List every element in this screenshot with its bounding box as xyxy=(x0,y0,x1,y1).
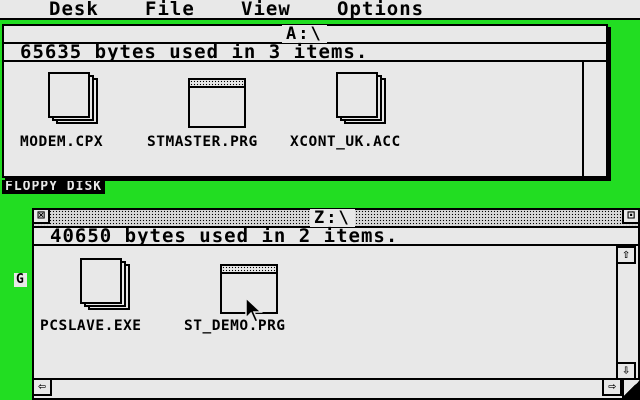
window-a[interactable]: A:\ 65635 bytes used in 3 items. MODEM.C… xyxy=(2,24,608,178)
document-icon xyxy=(48,72,90,118)
partial-drive-label[interactable]: G xyxy=(14,273,27,287)
program-window-icon xyxy=(188,78,246,128)
icon-label-xcont-uk-acc[interactable]: XCONT_UK.ACC xyxy=(290,134,401,150)
window-a-info: 65635 bytes used in 3 items. xyxy=(20,41,369,63)
document-icon xyxy=(80,258,122,304)
menu-desk[interactable]: Desk xyxy=(49,0,99,19)
icon-label-st-demo-prg[interactable]: ST_DEMO.PRG xyxy=(184,318,286,334)
floppy-disk-label[interactable]: FLOPPY DISK xyxy=(2,180,106,194)
icon-modem-cpx[interactable] xyxy=(48,72,108,128)
window-z-infobar: 40650 bytes used in 2 items. xyxy=(34,225,638,247)
icon-label-modem-cpx[interactable]: MODEM.CPX xyxy=(20,134,103,150)
scroll-right-arrow-icon[interactable]: ⇨ xyxy=(602,378,622,396)
window-a-infobar: 65635 bytes used in 3 items. xyxy=(4,41,606,63)
vertical-scrollbar[interactable]: ⇧ ⇩ xyxy=(616,246,638,380)
resize-box-icon[interactable] xyxy=(622,378,640,398)
menu-view[interactable]: View xyxy=(241,0,291,19)
menu-bar: Desk File View Options xyxy=(0,0,640,20)
icon-pcslave-exe[interactable] xyxy=(80,258,140,314)
horizontal-scrollbar[interactable]: ⇦ ⇨ xyxy=(32,378,640,398)
icon-label-stmaster-prg[interactable]: STMASTER.PRG xyxy=(147,134,258,150)
window-z[interactable]: ⊠ Z:\ ⊡ 40650 bytes used in 2 items. ⇧ ⇩… xyxy=(32,208,640,400)
icon-label-pcslave-exe[interactable]: PCSLAVE.EXE xyxy=(40,318,142,334)
menu-file[interactable]: File xyxy=(145,0,195,19)
window-z-info: 40650 bytes used in 2 items. xyxy=(50,225,399,247)
close-box-icon[interactable]: ⊠ xyxy=(32,208,50,224)
mouse-pointer-icon xyxy=(245,296,263,323)
icon-stmaster-prg[interactable] xyxy=(188,78,248,130)
menu-options[interactable]: Options xyxy=(337,0,424,19)
icon-xcont-uk-acc[interactable] xyxy=(336,72,396,128)
document-icon xyxy=(336,72,378,118)
scroll-up-arrow-icon[interactable]: ⇧ xyxy=(616,246,636,264)
fuller-box-icon[interactable]: ⊡ xyxy=(622,208,640,224)
scroll-left-arrow-icon[interactable]: ⇦ xyxy=(32,378,52,396)
window-a-scrollbar-edge xyxy=(582,62,584,176)
